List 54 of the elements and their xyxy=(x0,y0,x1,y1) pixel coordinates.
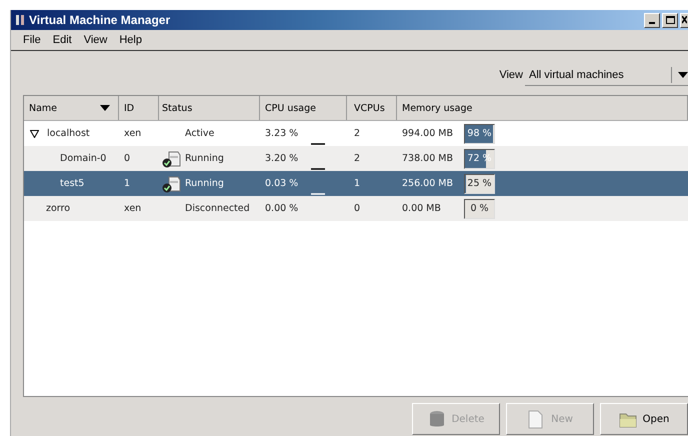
table-cell-text: 0 xyxy=(123,152,132,166)
vm-name: localhost xyxy=(47,128,90,139)
table-cell-text: 2 xyxy=(353,127,362,141)
table-cell-text: 0.00 % xyxy=(265,203,300,214)
dropdown-arrow-icon xyxy=(678,72,688,78)
status-text: Running xyxy=(185,178,224,189)
vm-name: test5 xyxy=(60,178,84,189)
table-row[interactable]: localhost xen Active 3.23 % 2 994.00 MB 98 % xyxy=(24,121,688,146)
maximize-button[interactable] xyxy=(662,12,678,28)
table-cell-text: xen xyxy=(123,202,142,216)
menu-item[interactable]: Edit xyxy=(46,34,78,46)
view-dropdown[interactable]: All virtual machines xyxy=(525,64,688,86)
table-cell-text: 994.00 MB xyxy=(402,128,454,139)
close-icon xyxy=(682,16,687,24)
action-button[interactable]: Open xyxy=(600,403,688,435)
table-cell-text: 738.00 MB xyxy=(402,153,454,164)
column-header[interactable]: ID xyxy=(119,96,159,120)
table-cell-text: 1 xyxy=(123,177,132,191)
trash-icon xyxy=(428,410,446,428)
memory-bar: 25 % xyxy=(464,174,495,194)
memory-bar: 98 % xyxy=(464,124,495,144)
menu-item[interactable]: Help xyxy=(113,34,148,46)
dropdown-value: All virtual machines xyxy=(529,68,625,80)
table-row[interactable]: zorro xen Disconnected 0.00 % 0 0.00 MB 0 % xyxy=(24,196,688,221)
status-text: Active xyxy=(185,128,214,139)
window-title: Virtual Machine Manager xyxy=(29,13,172,27)
table-row[interactable]: test5 1 Running 0.03 % 1 256.00 MB 25 % xyxy=(24,171,688,196)
column-header[interactable]: Memory usage xyxy=(397,96,688,120)
column-header[interactable]: CPU usage xyxy=(260,96,347,120)
column-header[interactable]: Status xyxy=(159,96,260,120)
vm-name: Domain-0 xyxy=(60,153,106,164)
table-cell-text: xen xyxy=(123,127,142,141)
maximize-icon xyxy=(666,16,674,24)
table-cell-text: 3.23 % xyxy=(265,128,300,139)
vm-name: zorro xyxy=(46,203,70,214)
app-icon xyxy=(15,14,25,26)
close-button[interactable] xyxy=(680,12,688,28)
table-cell-text: 3.20 % xyxy=(265,153,300,164)
minimize-button[interactable] xyxy=(644,12,660,28)
column-header[interactable]: Name xyxy=(24,96,119,120)
table-cell-text: 0.03 % xyxy=(265,178,300,189)
status-text: Running xyxy=(185,153,224,164)
memory-bar: 0 % xyxy=(464,198,495,218)
column-header[interactable]: VCPUs xyxy=(347,96,397,120)
table-cell-text: 256.00 MB xyxy=(402,178,454,189)
menu-item[interactable]: File xyxy=(17,34,47,46)
menu-item[interactable]: View xyxy=(78,34,114,46)
table-cell-text: 0.00 MB xyxy=(402,203,442,214)
table-cell-text: 1 xyxy=(353,177,362,191)
view-label: View xyxy=(499,69,523,81)
document-icon xyxy=(527,410,546,428)
status-text: Disconnected xyxy=(185,203,250,214)
table-cell-text: 0 xyxy=(353,202,362,216)
table-cell-text: 2 xyxy=(353,152,362,166)
